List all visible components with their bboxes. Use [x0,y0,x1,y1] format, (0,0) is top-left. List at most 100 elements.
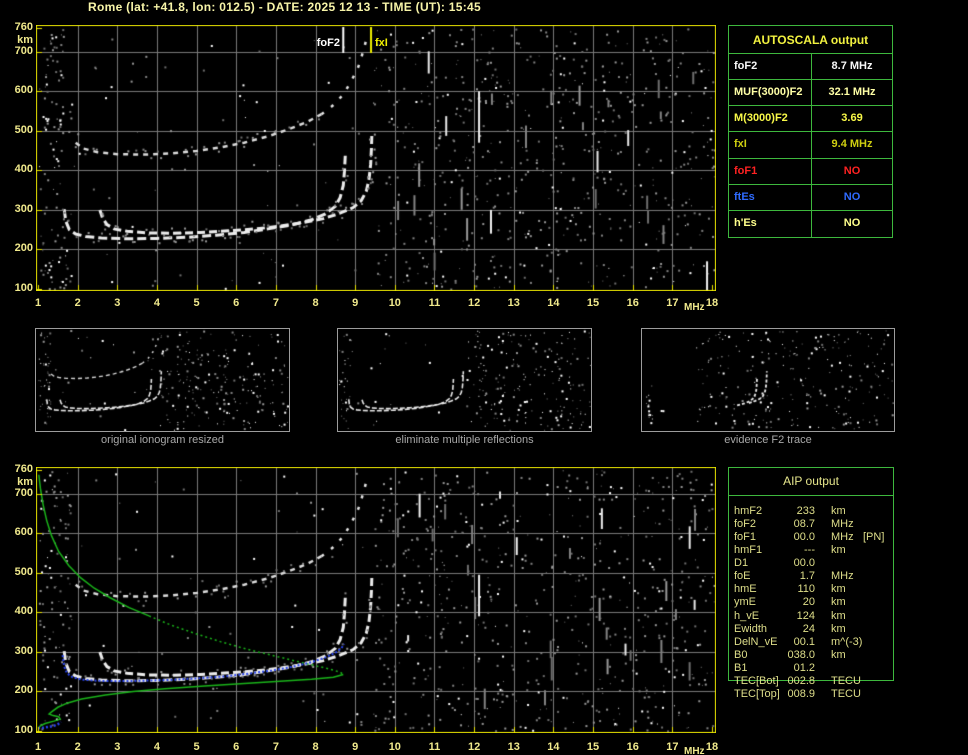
aip-table-header: AIP output [783,474,839,488]
y-tick-label: 500 [14,123,33,136]
y-tick-label: 600 [14,526,33,539]
aip-row-extra: [PN] [863,531,885,544]
y-tick-label: 500 [14,565,33,578]
x-tick-label: 7 [272,741,279,753]
aip-row-delnve: DelN_vE 00.1 m^(-3) [729,636,893,649]
fof2-marker-label: foF2 [316,37,340,49]
autoscala-row-value: NO [843,190,861,203]
x-tick-label: 15 [586,741,600,753]
aip-row-value: 00.0 [793,557,815,570]
autoscala-row-label: foF1 [729,158,812,184]
aip-row-name: hmF1 [734,544,763,557]
x-tick-label: 3 [114,297,121,309]
x-tick-label: 15 [586,297,600,309]
y-axis-unit-label: km [17,34,33,46]
y-axis-unit-label: km [17,476,33,488]
aip-row-name: D1 [734,557,749,570]
x-tick-label: 17 [666,741,679,753]
aip-row-fof1: foF1 00.0 MHz [PN] [729,531,893,544]
x-tick-label: 5 [193,297,200,309]
aip-row-value: 20 [802,596,815,609]
x-axis-unit-label: MHz [684,746,705,755]
aip-row-name: foF1 [734,531,757,544]
x-tick-label: 4 [153,297,160,309]
autoscala-table-header: AUTOSCALA output [729,26,892,54]
x-tick-label: 16 [626,741,639,753]
autoscala-row-label: foF2 [729,54,812,80]
y-tick-label: 760 [14,463,33,475]
aip-row-yme: ymE 20 km [729,596,893,609]
x-tick-label: 3 [114,741,121,753]
autoscala-row-fof2: foF2 8.7 MHz [729,54,892,81]
aip-row-b1: B1 01.2 [729,662,893,675]
x-tick-label: 12 [467,741,481,753]
aip-row-name: foE [734,570,751,583]
aip-row-value: 00.1 [793,635,815,648]
autoscala-row-m3000f2: M(3000)F2 3.69 [729,106,892,133]
aip-row-ewidth: Ewidth 24 km [729,623,893,636]
autoscala-row-label: h'Es [729,210,812,237]
y-tick-label: 700 [14,44,33,57]
aip-row-name: hmF2 [734,505,763,517]
x-tick-label: 5 [193,741,200,753]
aip-row-tecbot: TEC[Bot] 002.8 TECU [729,675,893,688]
aip-row-value: 24 [802,622,815,635]
aip-row-d1: D1 00.0 [729,557,893,570]
x-tick-label: 17 [666,297,679,309]
aip-row-unit: km [831,583,846,596]
autoscala-row-hes: h'Es NO [729,210,892,237]
x-tick-label: 6 [233,297,240,309]
x-tick-label: 2 [74,741,81,753]
x-tick-label: 2 [74,297,81,309]
thumbnail-evidence-f2: evidence F2 trace [641,328,895,446]
aip-row-name: B1 [734,661,748,674]
aip-header-divider [729,495,893,496]
y-tick-label: 400 [14,605,33,618]
aip-row-unit: km [831,505,846,517]
autoscala-output-screen: Rome (lat: +41.8, lon: 012.5) - DATE: 20… [0,0,968,755]
aip-row-name: hmE [734,583,757,596]
x-tick-label: 1 [34,741,42,753]
aip-row-unit: MHz [831,570,854,583]
aip-row-unit: m^(-3) [831,635,863,648]
autoscala-row-value: 32.1 MHz [828,86,876,99]
y-tick-label: 760 [14,21,33,33]
y-tick-label: 300 [14,202,33,215]
aip-row-unit: TECU [831,687,861,700]
x-tick-label: 7 [272,297,279,309]
y-tick-label: 100 [14,724,33,736]
autoscala-row-muf3000f2: MUF(3000)F2 32.1 MHz [729,80,892,107]
x-tick-label: 13 [507,297,520,309]
x-tick-label: 11 [428,741,441,753]
thumbnail-canvas-evidence [641,328,895,432]
x-tick-label: 14 [547,741,560,753]
y-tick-label: 700 [14,486,33,499]
thumbnail-caption: original ionogram resized [101,434,224,446]
aip-row-name: ymE [734,596,756,609]
x-tick-label: 10 [388,297,401,309]
autoscala-row-value: NO [843,216,861,229]
aip-row-hmf1: hmF1 --- km [729,544,893,557]
autoscala-table: AUTOSCALA output foF2 8.7 MHz MUF(3000)F2 3… [728,25,893,238]
autoscala-row-label: MUF(3000)F2 [729,80,812,106]
bottom-ionogram-canvas [36,467,716,733]
thumbnail-caption: eliminate multiple reflections [395,434,534,446]
aip-row-unit: km [831,596,846,609]
x-tick-label: 13 [507,741,520,753]
aip-row-fof2: foF2 08.7 MHz [729,518,893,531]
autoscala-row-value: 8.7 MHz [831,60,873,72]
aip-row-unit: TECU [831,674,861,687]
x-axis-unit-label: MHz [684,302,705,313]
y-tick-label: 400 [14,163,33,176]
autoscala-row-fof1: foF1 NO [729,158,892,185]
aip-row-unit: MHz [831,518,854,531]
thumbnail-canvas-eliminate [337,328,592,432]
thumbnail-caption: evidence F2 trace [724,434,812,446]
top-ionogram-canvas [36,25,716,291]
aip-row-hme: hmE 110 km [729,583,893,596]
autoscala-row-value: NO [843,164,861,177]
autoscala-row-label: ftEs [729,184,812,210]
x-tick-label: 14 [547,297,560,309]
aip-row-unit: km [831,622,846,635]
thumbnail-original-ionogram: original ionogram resized [35,328,290,446]
